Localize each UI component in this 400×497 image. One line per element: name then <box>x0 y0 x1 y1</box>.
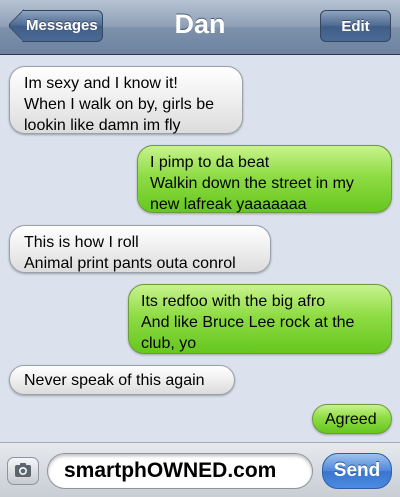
message-bubble-outgoing: Agreed <box>312 404 392 434</box>
message-line: This is how I roll <box>24 234 139 251</box>
message-line: new lafreak yaaaaaaa <box>150 196 307 213</box>
camera-icon <box>15 463 31 477</box>
message-line: Animal print pants outa conrol <box>24 255 236 272</box>
message-line: Walkin down the street in my <box>150 175 354 192</box>
message-line: Agreed <box>325 411 377 428</box>
message-bubble-incoming: Never speak of this again <box>9 365 235 395</box>
message-bubble-incoming: Im sexy and I know it! When I walk on by… <box>9 66 243 134</box>
edit-button[interactable]: Edit <box>320 10 391 42</box>
message-line: I pimp to da beat <box>150 154 270 171</box>
navigation-bar: Messages Dan Edit <box>0 0 400 55</box>
message-line: Its redfoo with the big afro <box>141 293 326 310</box>
message-line: Never speak of this again <box>24 372 205 389</box>
message-line: Im sexy and I know it! <box>24 75 178 92</box>
message-line: And like Bruce Lee rock at the <box>141 314 355 331</box>
message-bubble-outgoing: Its redfoo with the big afro And like Br… <box>128 284 392 354</box>
message-line: lookin like damn im fly <box>24 117 181 134</box>
message-composer: smartphOWNED.com Send <box>0 442 400 497</box>
message-line: club, yo <box>141 335 197 352</box>
message-bubble-incoming: This is how I roll Animal print pants ou… <box>9 225 271 273</box>
send-button[interactable]: Send <box>322 453 392 489</box>
message-input[interactable]: smartphOWNED.com <box>47 453 313 489</box>
message-bubble-outgoing: I pimp to da beat Walkin down the street… <box>137 145 392 213</box>
camera-button[interactable] <box>7 457 39 485</box>
message-line: When I walk on by, girls be <box>24 96 215 113</box>
